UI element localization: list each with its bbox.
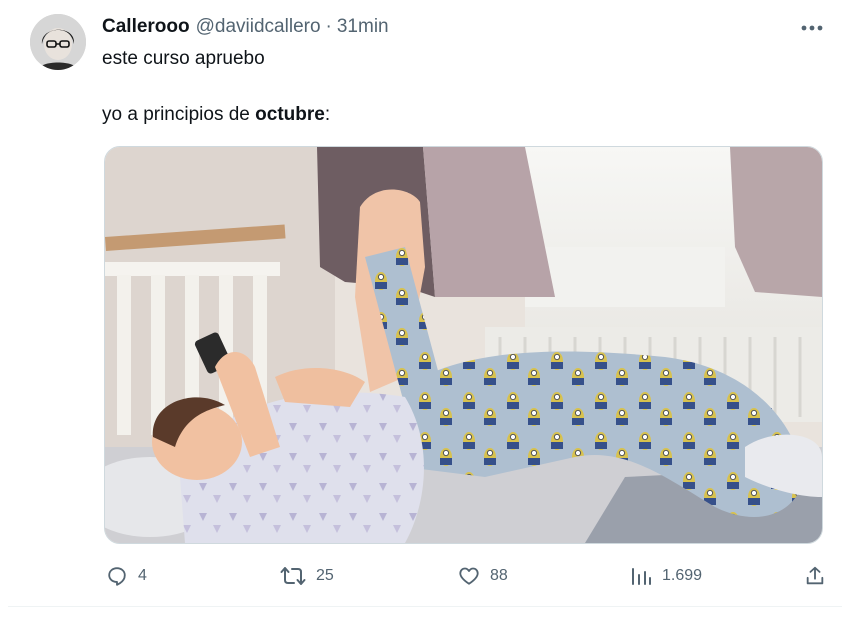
tweet-card[interactable]: Callerooo @daviidcallero · 31min este cu… <box>8 0 842 607</box>
like-button[interactable]: 88 <box>458 560 508 592</box>
reply-button[interactable]: 4 <box>106 560 147 592</box>
tweet-text-suffix: : <box>324 104 331 125</box>
heart-icon <box>459 567 479 585</box>
tweet-text-prefix: yo a principios de <box>102 104 256 125</box>
retweet-icon <box>280 567 306 585</box>
views-button[interactable]: 1.699 <box>630 560 702 592</box>
meme-photo <box>105 147 822 543</box>
tweet-actions: 4 25 88 1.699 <box>104 560 826 592</box>
more-options-button[interactable] <box>798 18 826 38</box>
timestamp[interactable]: 31min <box>337 16 389 38</box>
tweet-header: Callerooo @daviidcallero · 31min <box>102 14 389 40</box>
more-horizontal-icon <box>801 25 823 31</box>
tweet-text-line-2: yo a principios de octubre: <box>102 104 330 126</box>
display-name[interactable]: Callerooo <box>102 16 190 38</box>
retweet-count: 25 <box>316 567 334 584</box>
reply-icon <box>108 567 126 586</box>
retweet-button[interactable]: 25 <box>280 560 334 592</box>
user-handle[interactable]: @daviidcallero <box>196 16 321 38</box>
tweet-text-line-1: este curso apruebo <box>102 48 265 69</box>
avatar[interactable] <box>30 14 86 70</box>
share-button[interactable] <box>804 560 826 592</box>
reply-count: 4 <box>138 567 147 584</box>
tweet-text-bold: octubre <box>255 104 325 125</box>
separator-dot: · <box>325 16 332 37</box>
views-count: 1.699 <box>662 567 703 584</box>
share-icon <box>806 566 824 585</box>
tweet-media-image[interactable] <box>104 146 823 544</box>
like-count: 88 <box>490 567 508 584</box>
views-chart-icon <box>632 568 651 585</box>
